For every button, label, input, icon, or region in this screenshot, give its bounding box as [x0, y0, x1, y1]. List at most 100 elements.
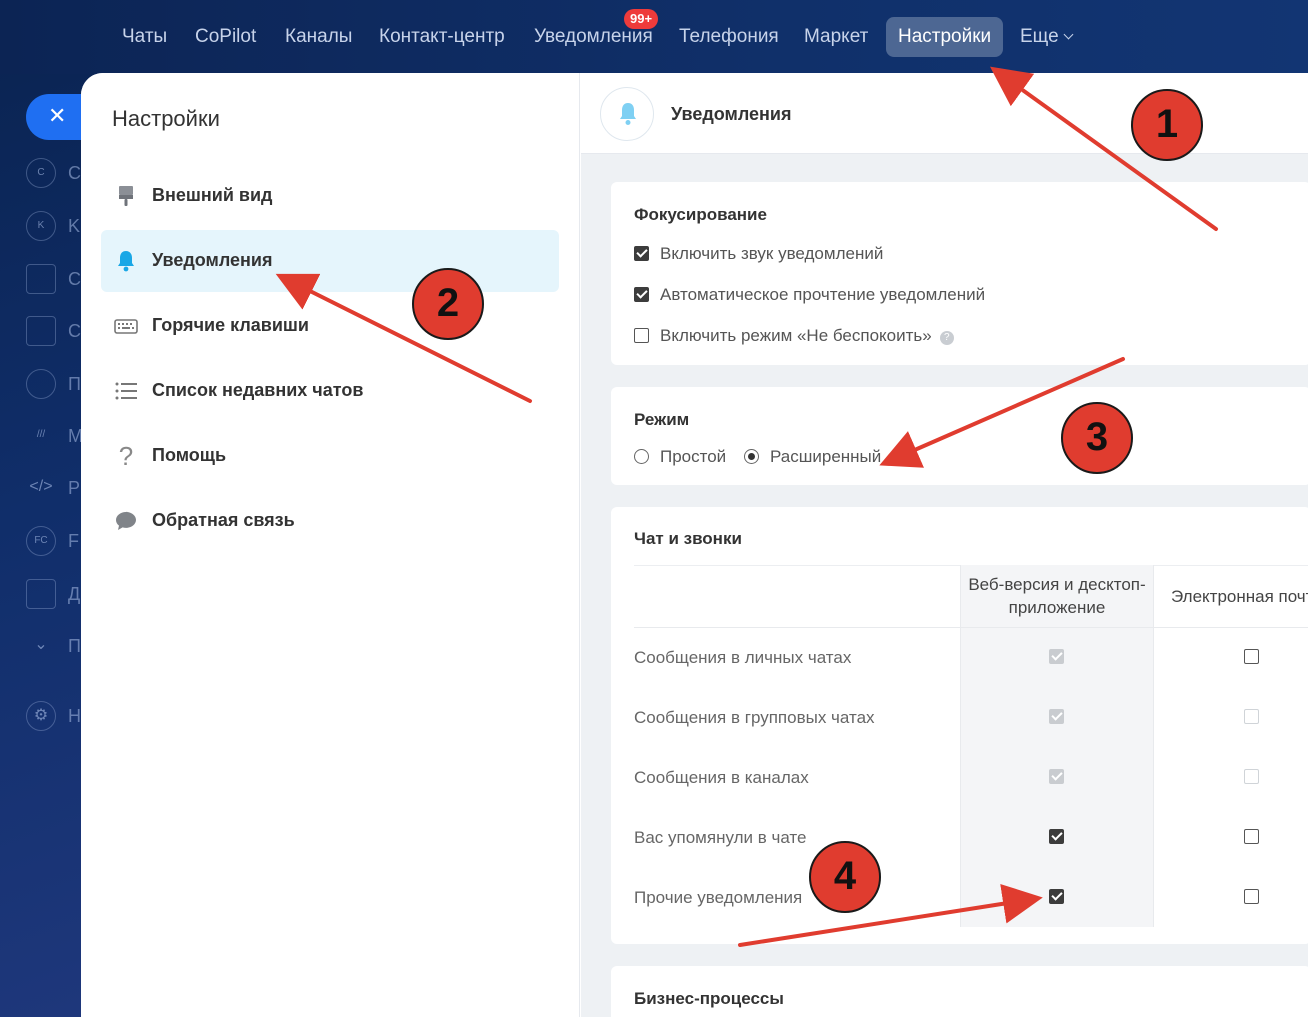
rail-label: C [68, 321, 81, 341]
keyboard-icon [114, 319, 138, 334]
gear-icon[interactable]: ⚙ [26, 701, 56, 731]
sound-checkbox[interactable] [634, 246, 649, 261]
notifications-count-badge: 99+ [624, 9, 659, 29]
option-label: Простой [660, 447, 727, 466]
annotation-number-3: 3 [1061, 402, 1133, 474]
settings-panel: Настройки Внешний вид Уведомления Горячи… [81, 73, 1308, 1017]
option-label: Включить режим «Не беспокоить» [660, 326, 932, 345]
mode-extended-option[interactable]: Расширенный [744, 447, 881, 467]
sidebar-item-label: Помощь [152, 445, 227, 465]
mode-section-title: Режим [634, 410, 690, 429]
row-web-checkbox[interactable] [1049, 889, 1064, 904]
auto-read-checkbox[interactable] [634, 287, 649, 302]
row-web-checkbox[interactable] [1049, 649, 1064, 664]
column-header-web: Веб-версия и десктоп-приложение [968, 575, 1146, 617]
option-label: Автоматическое прочтение уведомлений [660, 285, 986, 304]
help-icon[interactable]: ? [939, 331, 954, 345]
mode-extended-radio[interactable] [744, 449, 759, 464]
code-icon[interactable]: </> [26, 473, 56, 503]
rail-avatar-c[interactable]: C [26, 158, 56, 188]
chat-calls-section-title: Чат и звонки [634, 529, 742, 548]
option-label: Включить звук уведомлений [660, 244, 884, 263]
cube-icon[interactable] [26, 369, 56, 399]
nav-market[interactable]: Маркет [792, 17, 880, 57]
rail-label: F [68, 531, 79, 551]
sidebar-item-label: Обратная связь [152, 510, 295, 530]
nav-channels[interactable]: Каналы [273, 17, 364, 57]
chevron-down-icon[interactable]: ⌄ [26, 631, 56, 661]
top-navigation: Чаты CoPilot Каналы Контакт-центр Уведом… [0, 0, 1308, 74]
nav-settings[interactable]: Настройки [886, 17, 1004, 57]
chat-calls-card: Чат и звонки Веб-версия и десктоп-прилож… [611, 507, 1308, 944]
column-header-email: Электронная почта [1171, 587, 1308, 606]
sound-option[interactable]: Включить звук уведомлений [634, 244, 883, 264]
row-label: Сообщения в личных чатах [634, 648, 852, 667]
calendar-icon[interactable] [26, 264, 56, 294]
row-email-checkbox[interactable] [1244, 829, 1259, 844]
do-not-disturb-checkbox[interactable] [634, 328, 649, 343]
chevron-down-icon [1063, 29, 1074, 40]
row-label: Сообщения в групповых чатах [634, 708, 875, 727]
nav-contact-center[interactable]: Контакт-центр [367, 17, 517, 57]
divider [634, 627, 1308, 628]
row-web-checkbox[interactable] [1049, 709, 1064, 724]
bell-icon [118, 251, 134, 272]
row-email-checkbox[interactable] [1244, 889, 1259, 904]
sidebar-item-label: Внешний вид [152, 185, 273, 205]
rail-label: П [68, 374, 81, 394]
header-bell-badge [600, 87, 654, 141]
row-label: Прочие уведомления [634, 888, 803, 907]
row-email-checkbox[interactable] [1244, 649, 1259, 664]
nav-chats[interactable]: Чаты [110, 17, 179, 57]
stripes-icon[interactable]: /// [26, 421, 56, 451]
close-settings-button[interactable]: ✕ [26, 94, 86, 140]
mode-simple-radio[interactable] [634, 449, 649, 464]
rail-avatar-k[interactable]: K [26, 211, 56, 241]
page-title: Уведомления [671, 104, 792, 124]
mode-card: Режим Простой Расширенный [611, 387, 1308, 485]
nav-more[interactable]: Еще [1008, 17, 1084, 57]
sidebar-item-notifications[interactable]: Уведомления [101, 230, 559, 292]
drive-icon[interactable] [26, 579, 56, 609]
sidebar-item-label: Уведомления [152, 250, 273, 270]
rail-label: П [68, 636, 81, 656]
focus-section-title: Фокусирование [634, 205, 767, 224]
row-email-checkbox[interactable] [1244, 709, 1259, 724]
rail-avatar-fc[interactable]: FC [26, 526, 56, 556]
row-label: Сообщения в каналах [634, 768, 809, 787]
sidebar-item-hotkeys[interactable]: Горячие клавиши [101, 295, 559, 357]
left-rail: ✕ C C K K C C П /// M </> P FC F Д ⌄ П ⚙… [0, 74, 86, 1017]
card-icon[interactable] [26, 316, 56, 346]
sidebar-item-feedback[interactable]: Обратная связь [101, 490, 559, 552]
settings-sidebar: Настройки Внешний вид Уведомления Горячи… [81, 73, 580, 1017]
sidebar-item-recent-chats[interactable]: Список недавних чатов [101, 360, 559, 422]
question-icon: ? [118, 441, 134, 471]
mode-simple-option[interactable]: Простой [634, 447, 726, 467]
bell-icon [620, 103, 636, 125]
option-label: Расширенный [770, 447, 882, 466]
rail-label: C [68, 269, 81, 289]
nav-telephony[interactable]: Телефония [667, 17, 791, 57]
sidebar-item-help[interactable]: ? Помощь [101, 425, 559, 487]
row-web-checkbox[interactable] [1049, 769, 1064, 784]
sidebar-item-label: Список недавних чатов [152, 380, 364, 400]
row-email-checkbox[interactable] [1244, 769, 1259, 784]
annotation-number-4: 4 [809, 841, 881, 913]
auto-read-option[interactable]: Автоматическое прочтение уведомлений [634, 285, 985, 305]
sidebar-item-appearance[interactable]: Внешний вид [101, 165, 559, 227]
rail-label: Д [68, 584, 81, 604]
chat-bubble-icon [116, 511, 136, 530]
rail-label: P [68, 478, 81, 498]
annotation-number-1: 1 [1131, 89, 1203, 161]
do-not-disturb-option[interactable]: Включить режим «Не беспокоить»? [634, 326, 954, 346]
rail-label: K [68, 216, 81, 236]
focus-card: Фокусирование Включить звук уведомлений … [611, 182, 1308, 365]
rail-label: H [68, 706, 81, 726]
settings-content: Уведомления Фокусирование Включить звук … [581, 73, 1308, 1017]
rail-label: C [68, 163, 81, 183]
business-processes-card: Бизнес-процессы [611, 966, 1308, 1017]
row-label: Вас упомянули в чате [634, 828, 807, 847]
business-section-title: Бизнес-процессы [634, 989, 784, 1008]
row-web-checkbox[interactable] [1049, 829, 1064, 844]
nav-copilot[interactable]: CoPilot [183, 17, 268, 57]
